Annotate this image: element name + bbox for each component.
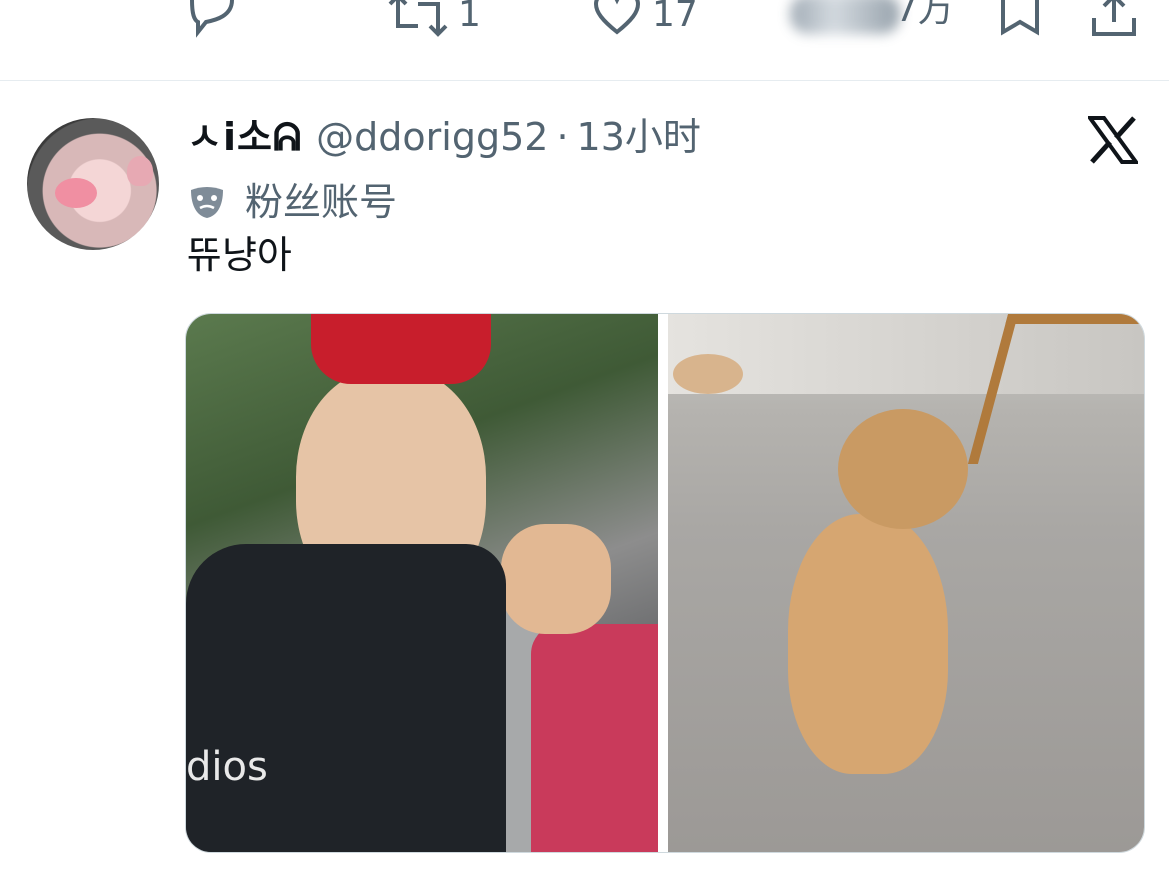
cat-body-shape xyxy=(788,514,948,774)
display-name[interactable]: ㅅi소ᕱ xyxy=(187,113,302,161)
photo-right[interactable] xyxy=(668,314,1144,852)
background-cat-shape xyxy=(673,354,743,394)
bookmark-icon xyxy=(1001,0,1039,36)
tweet[interactable]: ㅅi소ᕱ @ddorigg52 · 13小时 粉丝账号 뜌냥아 dios xyxy=(0,81,1169,877)
red-cap-shape xyxy=(311,314,491,384)
fan-account-badge[interactable]: 粉丝账号 xyxy=(189,178,397,226)
media-grid: dios xyxy=(185,313,1145,853)
pink-jacket-shape xyxy=(531,624,658,852)
reply-button[interactable] xyxy=(186,0,238,38)
views-count-wrap[interactable]: 7万 xyxy=(895,0,954,28)
avatar[interactable] xyxy=(27,118,159,250)
like-button[interactable]: 17 xyxy=(592,0,698,38)
pig-ear-shape xyxy=(127,156,153,186)
action-bar: 1 17 7万 xyxy=(0,0,1169,80)
retweet-button[interactable]: 1 xyxy=(388,0,481,38)
badge-label: 粉丝账号 xyxy=(245,180,398,224)
share-icon xyxy=(1092,0,1136,36)
x-logo-icon xyxy=(1088,116,1138,164)
views-icon xyxy=(790,0,900,34)
reply-icon xyxy=(189,0,235,38)
bookmark-button[interactable] xyxy=(997,0,1043,38)
fist-shape xyxy=(501,524,611,634)
timestamp[interactable]: 13小时 xyxy=(577,113,701,161)
tweet-text: 뜌냥아 xyxy=(187,233,292,277)
separator-dot: · xyxy=(556,115,569,159)
retweet-count: 1 xyxy=(458,0,481,35)
photo-left[interactable]: dios xyxy=(186,314,658,852)
shirt-text: dios xyxy=(186,744,268,790)
cat-head-shape xyxy=(838,409,968,529)
pig-nose-shape xyxy=(55,178,97,208)
retweet-icon xyxy=(388,0,448,37)
black-tshirt-shape xyxy=(186,544,506,852)
share-button[interactable] xyxy=(1090,0,1138,38)
heart-icon xyxy=(593,0,641,35)
photo-gap xyxy=(658,314,668,852)
like-count: 17 xyxy=(652,0,698,35)
tweet-header: ㅅi소ᕱ @ddorigg52 · 13小时 xyxy=(187,113,701,161)
handle[interactable]: @ddorigg52 xyxy=(316,113,548,161)
theater-mask-icon xyxy=(191,187,223,218)
views-count: 7万 xyxy=(895,0,954,30)
